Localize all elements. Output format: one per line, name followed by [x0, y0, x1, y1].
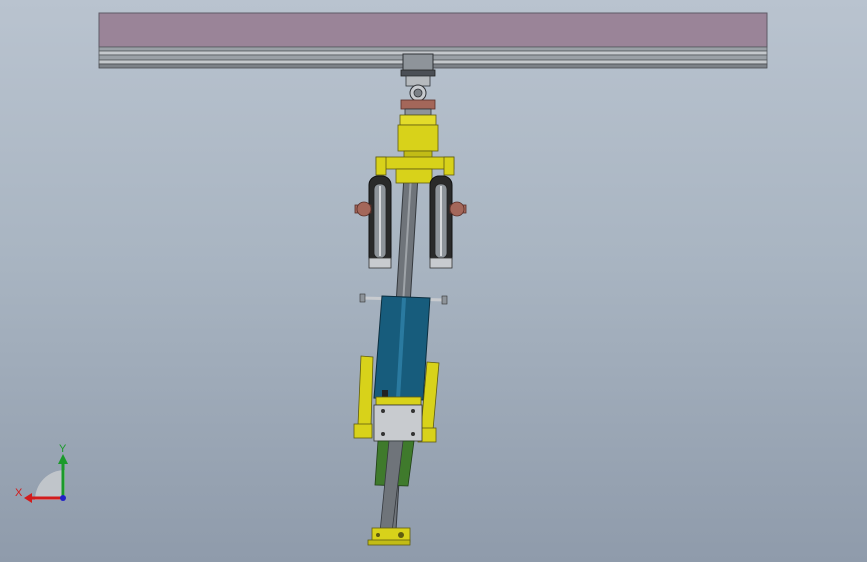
hanger-collar: [404, 108, 432, 116]
cad-model-view[interactable]: [0, 0, 867, 562]
gearbox[interactable]: [373, 396, 423, 442]
trolley-flange: [400, 69, 436, 77]
bracket-hub: [395, 168, 433, 184]
left-arm-foot: [353, 423, 373, 439]
graphics-viewport[interactable]: Y X: [0, 0, 867, 562]
cross-bar-right-end: [443, 156, 455, 176]
x-arrow-head: [24, 493, 32, 503]
right-brake-hub: [449, 201, 465, 217]
clamp-hole: [376, 533, 380, 537]
gearbox-bolt: [381, 409, 385, 413]
coupling-body: [397, 124, 439, 152]
trolley-hanger[interactable]: [400, 53, 436, 116]
cross-bar: [375, 156, 455, 170]
pin-right-cap: [441, 295, 448, 305]
gearbox-bolt: [411, 432, 415, 436]
x-axis-label: X: [15, 487, 23, 499]
triad-plane: [35, 470, 65, 500]
y-axis-label: Y: [59, 443, 67, 455]
upper-coupling[interactable]: [397, 114, 439, 160]
left-wheel-foot: [368, 257, 392, 269]
rail-top-plate: [98, 12, 768, 48]
rail-lip: [98, 46, 768, 52]
y-arrow-head: [58, 454, 68, 464]
left-brake-hub: [356, 201, 372, 217]
hanger-eye-hole: [413, 88, 423, 98]
clamp-hole: [398, 532, 404, 538]
bottom-clamp[interactable]: [367, 527, 411, 546]
z-axis-icon: [60, 495, 66, 501]
trolley-block: [402, 53, 434, 73]
right-wheel-assembly[interactable]: [429, 175, 467, 269]
right-wheel-foot: [429, 257, 453, 269]
left-wheel-assembly[interactable]: [354, 175, 392, 269]
cross-bar-left-end: [375, 156, 387, 176]
gearbox-bolt: [411, 409, 415, 413]
orientation-triad[interactable]: Y X: [10, 440, 80, 510]
drive-motor[interactable]: [373, 295, 431, 401]
left-arm: [357, 355, 374, 427]
gearbox-bolt: [381, 432, 385, 436]
gearbox-flange: [375, 396, 422, 406]
pin-left-cap: [359, 293, 366, 303]
coupling-cap: [399, 114, 437, 126]
clamp-base: [367, 539, 411, 546]
brake-plate: [400, 99, 436, 110]
